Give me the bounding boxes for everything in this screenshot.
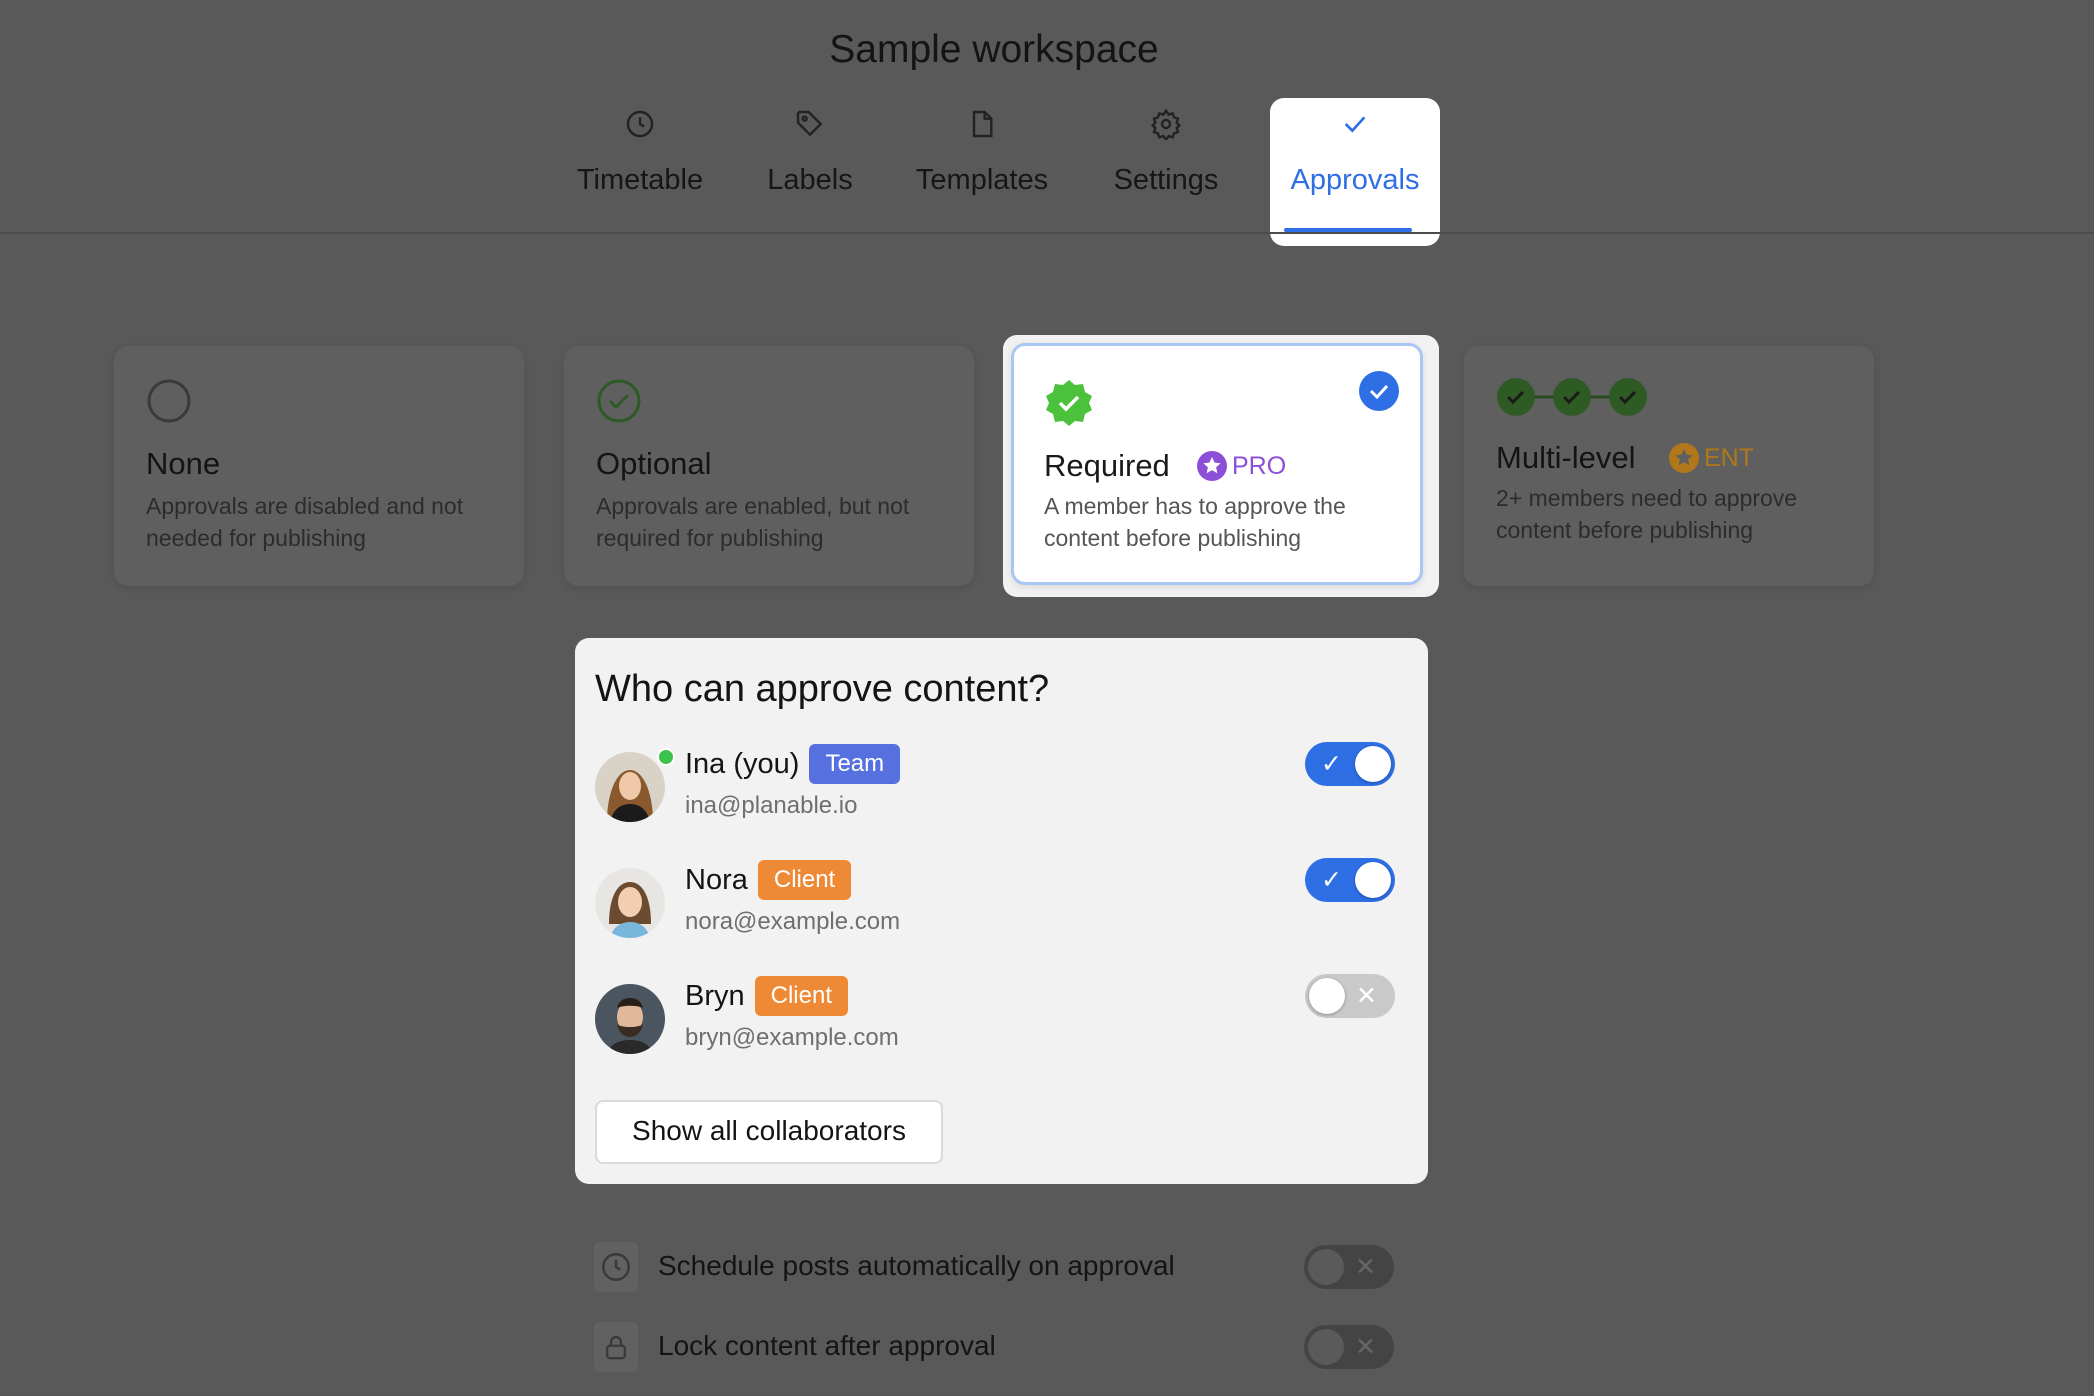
- lock-toggle[interactable]: ✕: [1304, 1325, 1394, 1369]
- approver-toggle[interactable]: ✓: [1305, 742, 1395, 786]
- multi-check-icon: [1497, 378, 1647, 416]
- mode-card-optional[interactable]: Optional Approvals are enabled, but not …: [564, 346, 974, 586]
- role-badge: Client: [757, 860, 852, 900]
- avatar: [595, 868, 665, 938]
- check-icon: [1344, 116, 1366, 133]
- tag-icon: [796, 110, 823, 137]
- gear-icon: [1150, 108, 1182, 140]
- member-email: nora@example.com: [685, 908, 901, 935]
- member-name-line: Nora Client: [685, 858, 852, 902]
- mode-card-required[interactable]: Required PRO A member has to approve the…: [1003, 335, 1439, 597]
- schedule-toggle[interactable]: ✕: [1304, 1245, 1394, 1289]
- member-row: Ina (you) Team ina@planable.io ✓: [595, 742, 1395, 828]
- mode-title: Multi-level: [1496, 440, 1636, 475]
- member-row: Nora Client nora@example.com ✓: [595, 858, 1395, 944]
- tab-timetable[interactable]: Timetable: [566, 98, 714, 246]
- tab-label: Labels: [767, 164, 853, 196]
- page-title: Sample workspace: [829, 28, 1159, 71]
- lock-icon: [594, 1322, 638, 1372]
- role-badge: Team: [809, 744, 901, 784]
- nav-divider: [0, 232, 2094, 234]
- panel-heading: Who can approve content?: [595, 668, 1050, 710]
- member-name: Ina (you): [685, 747, 800, 780]
- star-icon: [1669, 443, 1699, 473]
- approvers-panel: Who can approve content? Ina (you) Team …: [575, 638, 1428, 1184]
- online-status-dot: [657, 748, 675, 766]
- mode-title: None: [146, 446, 221, 481]
- avatar: [595, 752, 665, 822]
- mode-card-multilevel[interactable]: Multi-level ENT 2+ members need to appro…: [1464, 346, 1874, 586]
- empty-circle-icon: [147, 379, 191, 423]
- member-name-line: Ina (you) Team: [685, 742, 901, 786]
- toggle-check-icon: ✓: [1321, 750, 1342, 778]
- toggle-check-icon: ✓: [1321, 866, 1342, 894]
- member-email: ina@planable.io: [685, 792, 858, 819]
- mode-title: Required: [1044, 448, 1170, 483]
- toggle-knob: [1355, 862, 1391, 898]
- show-all-collaborators-button[interactable]: Show all collaborators: [595, 1100, 943, 1164]
- ent-badge: ENT: [1668, 442, 1754, 474]
- toggle-knob: [1308, 1249, 1344, 1285]
- mode-description: 2+ members need to approve content befor…: [1496, 485, 1798, 543]
- tab-label: Approvals: [1290, 164, 1420, 196]
- check-circle-icon: [597, 379, 641, 423]
- option-lock-after-approval: Lock content after approval ✕: [594, 1322, 1394, 1372]
- toggle-x-icon: ✕: [1355, 1333, 1376, 1361]
- member-name: Nora: [685, 863, 748, 896]
- ent-label: ENT: [1704, 443, 1754, 472]
- mode-description: A member has to approve the content befo…: [1044, 493, 1346, 551]
- approver-toggle[interactable]: ✓: [1305, 858, 1395, 902]
- pro-label: PRO: [1232, 451, 1287, 480]
- file-icon: [972, 110, 993, 138]
- member-email: bryn@example.com: [685, 1024, 899, 1051]
- clock-icon: [594, 1242, 638, 1292]
- member-row: Bryn Client bryn@example.com ✕: [595, 974, 1395, 1060]
- approver-toggle[interactable]: ✕: [1305, 974, 1395, 1018]
- role-badge: Client: [754, 976, 848, 1016]
- tab-approvals[interactable]: Approvals: [1270, 98, 1440, 246]
- option-label: Schedule posts automatically on approval: [658, 1250, 1175, 1281]
- mode-card-none[interactable]: None Approvals are disabled and not need…: [114, 346, 524, 586]
- tab-settings[interactable]: Settings: [1108, 98, 1224, 246]
- pro-badge: PRO: [1196, 450, 1286, 482]
- mode-description: Approvals are disabled and not needed fo…: [146, 493, 464, 551]
- toggle-knob: [1309, 978, 1345, 1014]
- tab-templates[interactable]: Templates: [910, 98, 1054, 246]
- selected-check-icon: [1359, 371, 1399, 411]
- avatar: [595, 984, 665, 1054]
- tab-label: Settings: [1113, 164, 1219, 196]
- mode-title: Optional: [596, 446, 712, 481]
- option-schedule-on-approval: Schedule posts automatically on approval…: [594, 1242, 1394, 1292]
- star-icon: [1197, 451, 1227, 481]
- member-name: Bryn: [685, 979, 745, 1012]
- member-name-line: Bryn Client: [685, 974, 848, 1018]
- clock-icon: [626, 110, 654, 138]
- option-label: Lock content after approval: [658, 1330, 996, 1361]
- toggle-x-icon: ✕: [1356, 982, 1377, 1010]
- toggle-knob: [1355, 746, 1391, 782]
- mode-description: Approvals are enabled, but not required …: [596, 493, 910, 551]
- toggle-x-icon: ✕: [1355, 1253, 1376, 1281]
- tab-label: Templates: [915, 164, 1049, 196]
- tab-label: Timetable: [576, 164, 704, 196]
- verified-badge-icon: [1046, 380, 1092, 426]
- toggle-knob: [1308, 1329, 1344, 1365]
- tab-labels[interactable]: Labels: [756, 98, 864, 246]
